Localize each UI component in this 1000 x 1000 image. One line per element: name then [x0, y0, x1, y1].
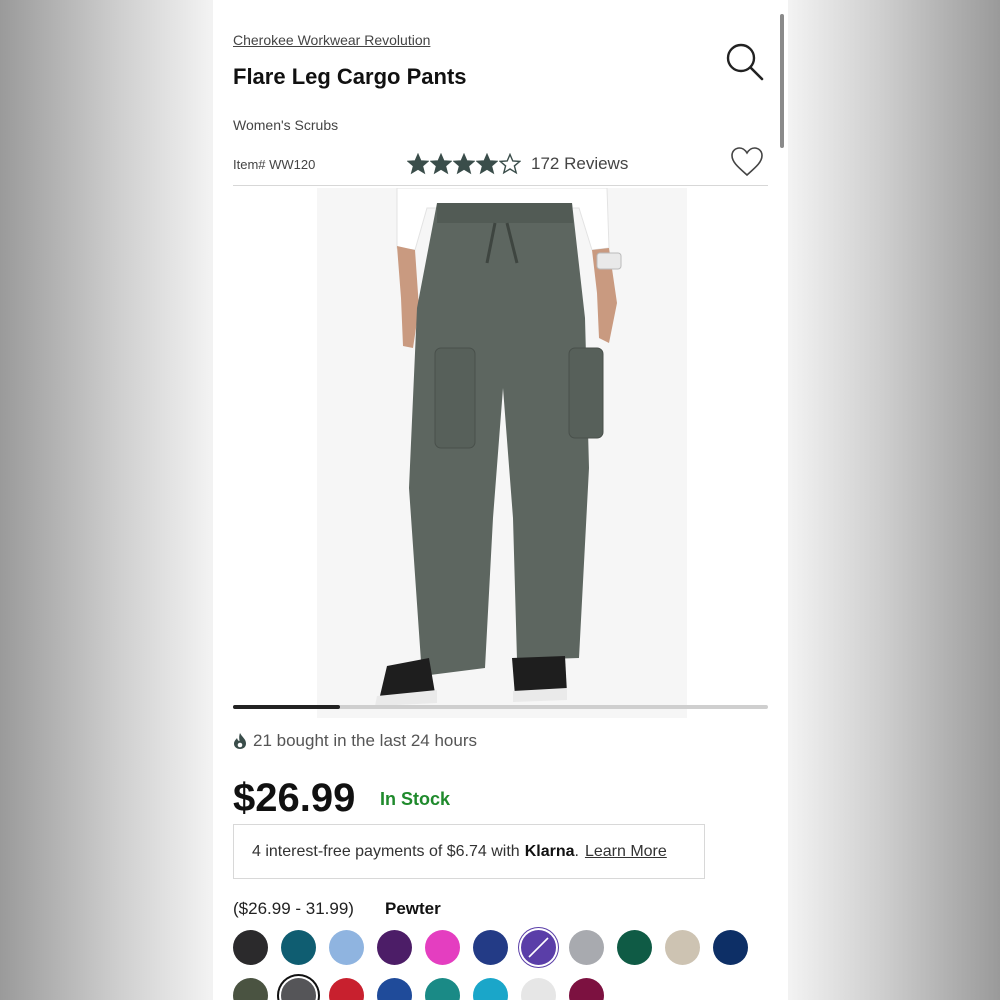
color-swatch[interactable]: [233, 978, 268, 1000]
learn-more-link[interactable]: Learn More: [585, 843, 667, 861]
color-swatch[interactable]: [377, 930, 412, 965]
star-filled-icon: [407, 153, 429, 175]
social-proof: 21 bought in the last 24 hours: [233, 731, 477, 751]
color-swatch[interactable]: [617, 930, 652, 965]
star-filled-icon: [476, 153, 498, 175]
social-proof-text: 21 bought in the last 24 hours: [253, 731, 477, 750]
color-swatches: [233, 930, 773, 1000]
gallery-progress: [233, 705, 768, 709]
color-swatch[interactable]: [473, 978, 508, 1000]
selected-color-name: Pewter: [385, 899, 441, 918]
color-swatch[interactable]: [569, 978, 604, 1000]
klarna-period: .: [574, 842, 579, 860]
color-swatch[interactable]: [329, 930, 364, 965]
product-image[interactable]: [317, 187, 687, 718]
unavailable-slash-icon: [528, 937, 549, 958]
product-page: Cherokee Workwear Revolution Flare Leg C…: [213, 0, 788, 1000]
search-icon: [726, 43, 764, 81]
color-swatch[interactable]: [569, 930, 604, 965]
divider: [233, 185, 768, 186]
color-swatch[interactable]: [377, 978, 412, 1000]
product-photo-pants: [375, 187, 622, 706]
stock-status: In Stock: [380, 789, 451, 809]
product-category: Women's Scrubs: [233, 117, 339, 133]
klarna-banner: 4 interest-free payments of $6.74 with K…: [233, 824, 705, 879]
star-rating: [407, 153, 521, 175]
color-swatch[interactable]: [713, 930, 748, 965]
flame-icon: [234, 733, 246, 749]
klarna-brand: Klarna: [524, 842, 575, 860]
gallery-progress-fill: [233, 705, 340, 709]
star-empty-icon: [499, 153, 521, 175]
price: $26.99: [233, 776, 356, 820]
color-swatch[interactable]: [665, 930, 700, 965]
color-swatch[interactable]: [521, 930, 556, 965]
price-range: ($26.99 - 31.99): [233, 899, 354, 918]
item-number: Item# WW120: [233, 157, 316, 172]
color-swatch[interactable]: [425, 978, 460, 1000]
product-title: Flare Leg Cargo Pants: [233, 64, 467, 89]
color-swatch[interactable]: [425, 930, 460, 965]
heart-icon: [731, 147, 763, 177]
klarna-text: 4 interest-free payments of $6.74 with: [252, 842, 520, 860]
star-filled-icon: [453, 153, 475, 175]
color-swatch[interactable]: [473, 930, 508, 965]
brand-link[interactable]: Cherokee Workwear Revolution: [233, 32, 430, 48]
reviews-link[interactable]: 172 Reviews: [531, 154, 628, 174]
color-swatch[interactable]: [281, 930, 316, 965]
color-swatch[interactable]: [329, 978, 364, 1000]
rating[interactable]: 172 Reviews: [407, 153, 628, 175]
color-swatch[interactable]: [521, 978, 556, 1000]
wishlist-button[interactable]: [730, 146, 764, 178]
scrollbar[interactable]: [780, 14, 784, 148]
color-swatch[interactable]: [233, 930, 268, 965]
star-filled-icon: [430, 153, 452, 175]
search-button[interactable]: [725, 42, 765, 82]
color-swatch[interactable]: [281, 978, 316, 1000]
